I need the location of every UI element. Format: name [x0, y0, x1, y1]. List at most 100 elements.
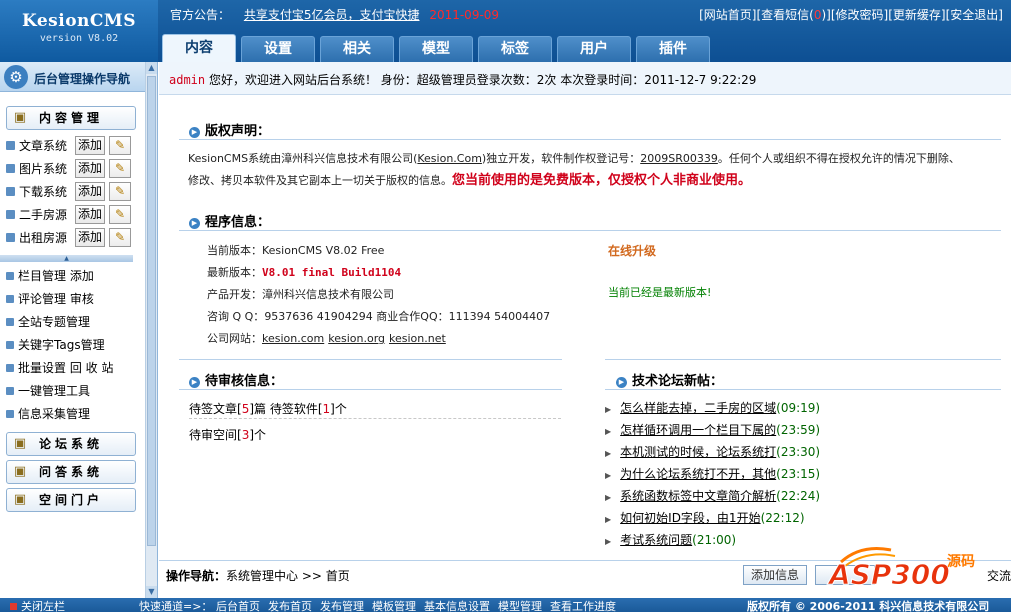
- logo-version: version V8.02: [39, 33, 119, 44]
- copyright-line1-c: 。任何个人或组织不得在授权允许的情况下删除、: [717, 152, 960, 165]
- messages-link-close: )]: [821, 8, 831, 22]
- kesion-net-site-link[interactable]: kesion.net: [389, 332, 446, 345]
- quick-admin-home[interactable]: 后台首页: [216, 600, 260, 612]
- comment-icon: [6, 294, 14, 303]
- sidebar-header: ⚙ 后台管理操作导航: [0, 62, 157, 92]
- column-management-link[interactable]: 栏目管理 添加: [0, 264, 145, 287]
- info-collection-link[interactable]: 信息采集管理: [0, 402, 145, 425]
- article-edit-icon[interactable]: ✎: [109, 136, 131, 155]
- space-icon: ▣: [13, 492, 27, 507]
- image-edit-icon[interactable]: ✎: [109, 159, 131, 178]
- image-add-button[interactable]: 添加: [75, 159, 105, 178]
- forum-post-link[interactable]: 本机测试的时候，论坛系统打: [620, 445, 776, 459]
- logout-link[interactable]: [安全退出]: [946, 8, 1003, 22]
- pending-articles-c: ]个: [330, 402, 347, 416]
- content-management-section[interactable]: ▣ 内容管理: [6, 106, 136, 130]
- divider: [179, 389, 562, 390]
- tab-plugins[interactable]: 插件: [636, 36, 710, 62]
- article-system-link[interactable]: 文章系统: [19, 137, 75, 154]
- quick-publish-home[interactable]: 发布首页: [268, 600, 312, 612]
- logo: KesionCMS version V8.02: [0, 0, 158, 62]
- tools-icon: [6, 386, 14, 395]
- tags-management-link[interactable]: 关键字Tags管理: [0, 333, 145, 356]
- pending-spaces[interactable]: 待审空间[3]个: [189, 426, 266, 443]
- batch-icon: [6, 363, 14, 372]
- logo-title: KesionCMS: [21, 11, 137, 31]
- one-click-tools-link[interactable]: 一键管理工具: [0, 379, 145, 402]
- scroll-thumb[interactable]: [147, 76, 156, 546]
- comment-management-link[interactable]: 评论管理 审核: [0, 287, 145, 310]
- comment-management-label: 评论管理 审核: [18, 292, 94, 306]
- tab-tags[interactable]: 标签: [478, 36, 552, 62]
- forum-post-link[interactable]: 考试系统问题: [620, 533, 692, 547]
- announcement-link[interactable]: 共享支付宝5亿会员，支付宝快捷: [244, 8, 420, 22]
- add-info-button[interactable]: 添加信息: [743, 565, 807, 585]
- tab-settings[interactable]: 设置: [241, 36, 315, 62]
- tab-content[interactable]: 内容: [162, 34, 236, 62]
- rental-house-link[interactable]: 出租房源: [19, 229, 75, 246]
- tag-icon: [6, 340, 14, 349]
- contact-row: 咨询 Q Q：9537636 41904294 商业合作QQ：111394 54…: [207, 308, 550, 324]
- tab-related[interactable]: 相关: [320, 36, 394, 62]
- kesion-org-site-link[interactable]: kesion.org: [328, 332, 385, 345]
- forum-post-link[interactable]: 如何初始ID字段，由1开始: [620, 511, 760, 525]
- close-left-panel[interactable]: 关闭左栏: [10, 598, 65, 612]
- divider: [605, 389, 1001, 390]
- copyright-title: 版权声明：: [205, 124, 271, 139]
- space-portal-section[interactable]: ▣ 空间门户: [6, 488, 136, 512]
- batch-settings-link[interactable]: 批量设置 回 收 站: [0, 356, 145, 379]
- nav-label: 操作导航：: [166, 569, 227, 583]
- rental-house-edit-icon[interactable]: ✎: [109, 228, 131, 247]
- messages-link[interactable]: [查看短信(0)]: [756, 8, 830, 22]
- site-home-link[interactable]: [网站首页]: [699, 8, 756, 22]
- download-edit-icon[interactable]: ✎: [109, 182, 131, 201]
- special-topics-link[interactable]: 全站专题管理: [0, 310, 145, 333]
- second-hand-house-add-button[interactable]: 添加: [75, 205, 105, 224]
- tab-model[interactable]: 模型: [399, 36, 473, 62]
- forum-system-section[interactable]: ▣ 论坛系统: [6, 432, 136, 456]
- free-version-warning: 您当前使用的是免费版本，仅授权个人非商业使用。: [452, 173, 752, 188]
- scroll-up-arrow-icon[interactable]: ▲: [146, 62, 157, 74]
- qa-system-section[interactable]: ▣ 问答系统: [6, 460, 136, 484]
- qa-icon: ▣: [13, 464, 27, 479]
- pending-articles[interactable]: 待签文章[5]篇 待签软件[1]个: [189, 400, 347, 417]
- pending-articles-a: 待签文章[: [189, 402, 242, 416]
- post-arrow-icon: ▶: [605, 515, 612, 524]
- registration-number-link[interactable]: 2009SR00339: [640, 152, 718, 165]
- download-add-button[interactable]: 添加: [75, 182, 105, 201]
- change-password-link[interactable]: [修改密码]: [831, 8, 888, 22]
- bottom-bar: 关闭左栏 快速通道=>： 后台首页 发布首页 发布管理 模板管理 基本信息设置 模型管理查…: [0, 598, 1011, 612]
- kesion-com-site-link[interactable]: kesion.com: [262, 332, 324, 345]
- quick-model-manage[interactable]: 模型管理: [498, 600, 542, 612]
- current-version-row: 当前版本：KesionCMS V8.02 Free: [207, 242, 384, 258]
- announcement-date: 2011-09-09: [429, 8, 500, 22]
- forum-post-link[interactable]: 怎么样能去掉，二手房的区域: [620, 401, 776, 415]
- kesion-com-link[interactable]: Kesion.Com: [417, 152, 482, 165]
- download-system-link[interactable]: 下载系统: [19, 183, 75, 200]
- tab-users[interactable]: 用户: [557, 36, 631, 62]
- welcome-bar: admin 您好，欢迎进入网站后台系统！ 身份：超级管理员登录次数：2次 本次登…: [159, 62, 1011, 95]
- latest-version-row: 最新版本：V8.01 final Build1104: [207, 264, 401, 280]
- quick-basic-settings[interactable]: 基本信息设置: [424, 600, 490, 612]
- quick-work-progress[interactable]: 查看工作进度: [550, 600, 616, 612]
- article-add-button[interactable]: 添加: [75, 136, 105, 155]
- image-system-link[interactable]: 图片系统: [19, 160, 75, 177]
- footer-copyright: 版权所有 © 2006-2011 科兴信息技术有限公司: [747, 600, 990, 612]
- second-hand-house-link[interactable]: 二手房源: [19, 206, 75, 223]
- quick-publish-manage[interactable]: 发布管理: [320, 600, 364, 612]
- rental-house-add-button[interactable]: 添加: [75, 228, 105, 247]
- copyright-text: KesionCMS系统由漳州科兴信息技术有限公司(Kesion.Com)独立开发…: [188, 148, 996, 192]
- collapse-bar[interactable]: ▲: [0, 255, 133, 262]
- second-hand-house-edit-icon[interactable]: ✎: [109, 205, 131, 224]
- sidebar-scrollbar[interactable]: ▲ ▼: [145, 62, 157, 598]
- forum-post-link[interactable]: 为什么论坛系统打不开，其他: [620, 467, 776, 481]
- online-upgrade-link[interactable]: 在线升级: [608, 242, 656, 259]
- scroll-down-arrow-icon[interactable]: ▼: [146, 586, 157, 598]
- quick-access-label: 快速通道=>：: [139, 600, 213, 612]
- forum-post-link[interactable]: 系统函数标签中文章简介解析: [620, 489, 776, 503]
- image-system-row: 图片系统 添加 ✎: [0, 157, 145, 180]
- quick-template-manage[interactable]: 模板管理: [372, 600, 416, 612]
- forum-post-link[interactable]: 怎样循环调用一个栏目下属的: [620, 423, 776, 437]
- refresh-cache-link[interactable]: [更新缓存]: [888, 8, 945, 22]
- forum-posts-heading: ▶ 技术论坛新帖：: [616, 370, 723, 389]
